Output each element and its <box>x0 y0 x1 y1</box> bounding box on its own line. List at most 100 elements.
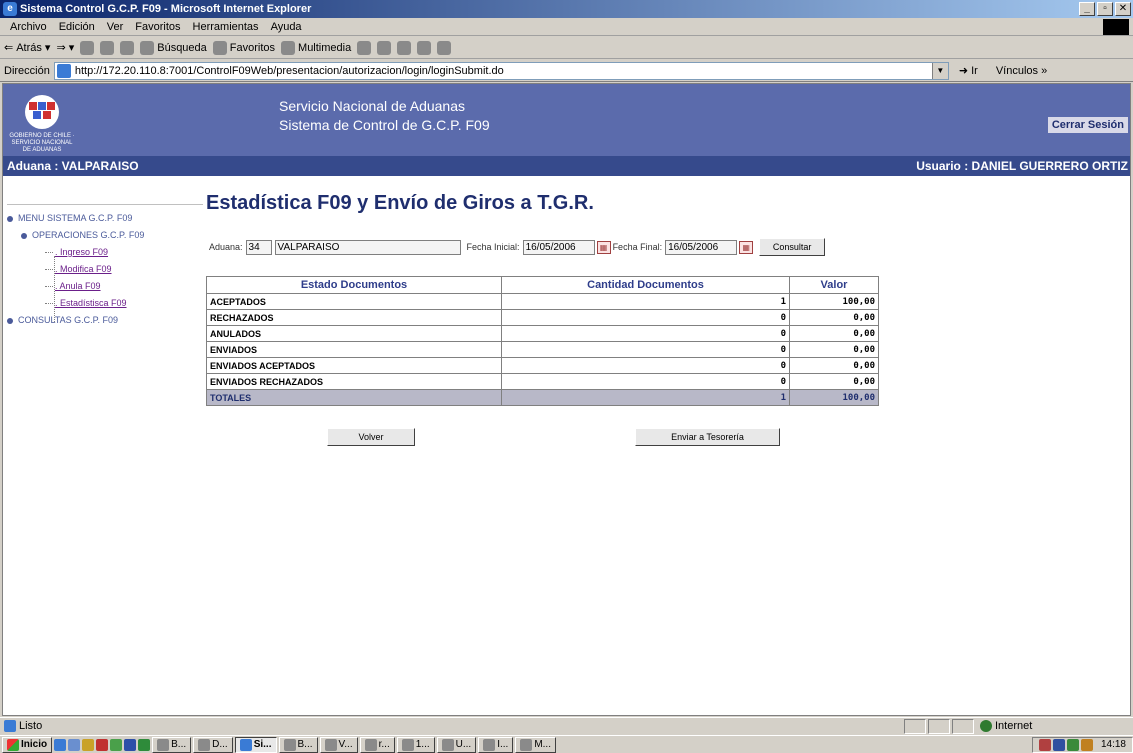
task-button[interactable]: 1... <box>396 736 435 753</box>
enviar-tesoreria-button[interactable]: Enviar a Tesorería <box>635 428 780 446</box>
quicklaunch-outlook-icon[interactable] <box>82 738 95 751</box>
menu-root[interactable]: MENU SISTEMA G.C.P. F09 <box>7 210 203 227</box>
menu-archivo[interactable]: Archivo <box>4 21 53 33</box>
multimedia-button[interactable]: Multimedia <box>281 40 351 55</box>
edit-icon[interactable] <box>417 40 432 55</box>
clock: 14:18 <box>1100 739 1126 750</box>
calendar-icon[interactable]: ▦ <box>739 240 754 254</box>
status-pane <box>952 719 974 734</box>
go-button[interactable]: ➜ Ir <box>958 64 978 78</box>
menu-divider <box>7 204 203 205</box>
user-info: Usuario : DANIEL GUERRERO ORTIZ <box>916 159 1128 173</box>
totals-row: TOTALES 1 100,00 <box>206 389 879 406</box>
menu-consultas[interactable]: CONSULTAS G.C.P. F09 <box>7 312 203 329</box>
fecha-final-input[interactable]: 16/05/2006 <box>665 239 738 255</box>
forward-button[interactable]: ⇒ ▾ <box>56 41 74 54</box>
task-icon <box>283 738 296 751</box>
fecha-inicial-label: Fecha Inicial: <box>466 242 520 252</box>
close-button[interactable]: ✕ <box>1115 2 1131 16</box>
task-icon <box>198 738 211 751</box>
calendar-icon[interactable]: ▦ <box>596 240 611 254</box>
menu-ingreso[interactable]: . Ingreso F09 <box>7 244 203 261</box>
refresh-icon[interactable] <box>100 40 115 55</box>
go-arrow-icon: ➜ <box>958 65 969 77</box>
status-pane <box>904 719 926 734</box>
quicklaunch-acrobat-icon[interactable] <box>96 738 109 751</box>
quicklaunch-desktop-icon[interactable] <box>68 738 81 751</box>
consultar-button[interactable]: Consultar <box>759 238 826 256</box>
address-url: http://172.20.110.8:7001/ControlF09Web/p… <box>74 64 504 77</box>
menu-ver[interactable]: Ver <box>101 21 130 33</box>
history-icon[interactable] <box>357 40 372 55</box>
aduana-info: Aduana : VALPARAISO <box>7 159 139 173</box>
quicklaunch-app-icon[interactable] <box>110 738 123 751</box>
multimedia-icon <box>281 40 296 55</box>
taskbar: Inicio B... D... Si... B... V... r... 1.… <box>0 735 1133 753</box>
minimize-button[interactable]: _ <box>1079 2 1095 16</box>
address-input[interactable]: http://172.20.110.8:7001/ControlF09Web/p… <box>53 61 949 80</box>
task-button[interactable]: B... <box>278 736 318 753</box>
mail-icon[interactable] <box>377 40 392 55</box>
quicklaunch-ie-icon[interactable] <box>54 738 67 751</box>
tray-icon[interactable] <box>1052 738 1065 751</box>
menu-anula[interactable]: . Anula F09 <box>7 278 203 295</box>
search-icon <box>140 40 155 55</box>
home-icon[interactable] <box>120 40 135 55</box>
stop-icon[interactable] <box>80 40 95 55</box>
task-button[interactable]: D... <box>193 736 233 753</box>
task-icon <box>364 738 377 751</box>
fecha-inicial-input[interactable]: 16/05/2006 <box>522 239 595 255</box>
maximize-button[interactable]: ▫ <box>1097 2 1113 16</box>
menu-bar: Archivo Edición Ver Favoritos Herramient… <box>0 18 1133 36</box>
discuss-icon[interactable] <box>437 40 452 55</box>
volver-button[interactable]: Volver <box>327 428 415 446</box>
estado-cell: ENVIADOS RECHAZADOS <box>206 373 502 390</box>
total-label-cell: TOTALES <box>206 389 502 406</box>
address-dropdown-icon[interactable]: ▼ <box>931 62 948 79</box>
quicklaunch-excel-icon[interactable] <box>138 738 151 751</box>
aduana-name-input[interactable]: VALPARAISO <box>274 239 461 255</box>
task-button[interactable]: I... <box>478 736 514 753</box>
menu-ayuda[interactable]: Ayuda <box>265 21 308 33</box>
table-row: ANULADOS 0 0,00 <box>206 325 879 342</box>
menu-estadistica[interactable]: . Estadístisca F09 <box>7 295 203 312</box>
menu-herramientas[interactable]: Herramientas <box>187 21 265 33</box>
col-estado: Estado Documentos <box>206 276 502 294</box>
back-button[interactable]: ⇐ Atrás ▾ <box>4 41 50 55</box>
task-button[interactable]: B... <box>152 736 192 753</box>
task-button[interactable]: U... <box>436 736 477 753</box>
menu-operaciones[interactable]: OPERACIONES G.C.P. F09 <box>7 227 203 244</box>
info-bar: Aduana : VALPARAISO Usuario : DANIEL GUE… <box>3 156 1130 176</box>
toolbar: ⇐ Atrás ▾ ⇒ ▾ Búsqueda Favoritos Multimedi… <box>0 37 1133 59</box>
gobierno-logo-icon <box>25 95 59 129</box>
tray-icon[interactable] <box>1066 738 1079 751</box>
task-button-active[interactable]: Si... <box>234 736 277 753</box>
task-button[interactable]: M... <box>515 736 556 753</box>
task-icon <box>483 738 496 751</box>
print-icon[interactable] <box>397 40 412 55</box>
aduana-code-input[interactable]: 34 <box>245 239 272 255</box>
menu-favoritos[interactable]: Favoritos <box>129 21 186 33</box>
favorites-button[interactable]: Favoritos <box>212 40 275 55</box>
links-button[interactable]: Vínculos » <box>996 65 1047 77</box>
start-button[interactable]: Inicio <box>2 736 53 753</box>
task-button[interactable]: r... <box>359 736 395 753</box>
tray-icon[interactable] <box>1038 738 1051 751</box>
task-button[interactable]: V... <box>319 736 358 753</box>
search-button[interactable]: Búsqueda <box>140 40 207 55</box>
quicklaunch-word-icon[interactable] <box>124 738 137 751</box>
menu-edicion[interactable]: Edición <box>53 21 101 33</box>
cantidad-cell: 0 <box>501 373 790 390</box>
menu-modifica[interactable]: . Modifica F09 <box>7 261 203 278</box>
tray-icon[interactable] <box>1080 738 1093 751</box>
page-icon <box>56 63 71 78</box>
fecha-final-label: Fecha Final: <box>612 242 663 252</box>
estado-cell: ACEPTADOS <box>206 293 502 310</box>
back-arrow-icon: ⇐ <box>4 42 14 54</box>
task-icon <box>157 738 170 751</box>
window-title: Sistema Control G.C.P. F09 - Microsoft I… <box>20 3 312 15</box>
estado-cell: ENVIADOS <box>206 341 502 358</box>
tree-node-icon <box>7 317 13 324</box>
logout-button[interactable]: Cerrar Sesión <box>1047 117 1128 133</box>
tree-connector <box>54 256 55 322</box>
